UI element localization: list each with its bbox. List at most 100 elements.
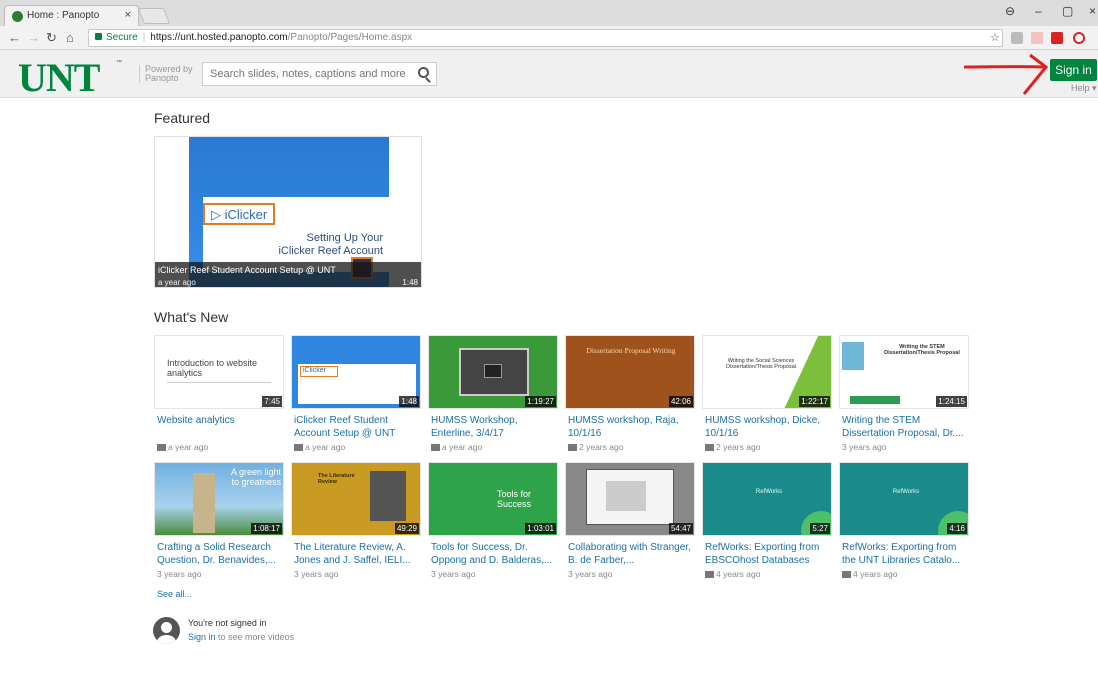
video-age: 4 years ago xyxy=(716,569,761,579)
window-close-icon[interactable]: × xyxy=(1089,4,1096,18)
thumb-text: RefWorks xyxy=(755,489,783,495)
video-age: 2 years ago xyxy=(579,442,624,452)
duration-badge: 1:19:27 xyxy=(525,396,556,407)
video-thumbnail[interactable]: RefWorks 5:27 xyxy=(702,462,832,536)
url-bar[interactable]: Secure | https://unt.hosted.panopto.com/Pa… xyxy=(88,29,1003,47)
video-age: 3 years ago xyxy=(431,569,476,579)
video-age: 3 years ago xyxy=(294,569,339,579)
whats-new-heading: What's New xyxy=(154,309,229,325)
video-title[interactable]: HUMSS workshop, Dicke, 10/1/16 xyxy=(705,414,831,440)
video-title[interactable]: Tools for Success, Dr. Oppong and D. Bal… xyxy=(431,541,557,567)
video-thumbnail[interactable]: Introduction to website analytics 7:45 xyxy=(154,335,284,409)
thumb-text: The Literature Review xyxy=(318,473,355,485)
photo xyxy=(842,342,864,370)
sign-in-button[interactable]: Sign in xyxy=(1050,59,1097,81)
browser-tab[interactable]: Home : Panopto × xyxy=(4,5,139,26)
video-thumbnail[interactable]: Tools for Success 1:03:01 xyxy=(428,462,558,536)
back-icon[interactable]: ← xyxy=(8,30,21,45)
unt-logo[interactable]: UNT xyxy=(18,54,100,101)
video-age: 3 years ago xyxy=(842,442,887,452)
video-meta: a year ago xyxy=(157,442,208,452)
video-thumbnail[interactable]: 54:47 xyxy=(565,462,695,536)
minimize-icon[interactable]: – xyxy=(1035,4,1042,18)
video-meta: a year ago xyxy=(294,442,345,452)
video-title[interactable]: RefWorks: Exporting from EBSCOhost Datab… xyxy=(705,541,831,567)
search-input[interactable] xyxy=(202,62,437,86)
tab-title: Home : Panopto xyxy=(27,10,100,21)
video-thumbnail[interactable]: The Literature Review 49:29 xyxy=(291,462,421,536)
not-signed-in-text: You're not signed in xyxy=(188,618,267,628)
video-thumbnail[interactable]: RefWorks 4:16 xyxy=(839,462,969,536)
video-title[interactable]: Website analytics xyxy=(157,414,283,427)
duration-badge: 49:29 xyxy=(394,523,419,534)
video-meta: 4 years ago xyxy=(842,569,897,579)
video-title[interactable]: HUMSS workshop, Raja, 10/1/16 xyxy=(568,414,694,440)
video-age: 4 years ago xyxy=(853,569,898,579)
forward-icon[interactable]: → xyxy=(27,30,40,45)
duration-badge: 1:24:15 xyxy=(936,396,967,407)
thumb-text: Writing the Social Sciences Dissertation… xyxy=(725,358,796,370)
captions-icon xyxy=(705,444,714,452)
video-thumbnail[interactable]: iClicker 1:48 xyxy=(291,335,421,409)
video-title[interactable]: The Literature Review, A. Jones and J. S… xyxy=(294,541,420,567)
red-arrow-annotation-icon xyxy=(963,53,1049,95)
play-icon xyxy=(484,364,502,378)
duration-badge: 42:06 xyxy=(668,396,693,407)
video-meta: 3 years ago xyxy=(294,569,338,579)
reload-icon[interactable]: ↻ xyxy=(46,30,57,46)
close-tab-icon[interactable]: × xyxy=(125,9,131,21)
thumb-text: Writing the STEM Dissertation/Thesis Pro… xyxy=(884,344,960,356)
clock-tower xyxy=(193,473,215,533)
featured-video[interactable]: ▷ iClicker Setting Up Your iClicker Reef… xyxy=(154,136,422,288)
video-thumbnail[interactable]: Writing the STEM Dissertation/Thesis Pro… xyxy=(839,335,969,409)
video-title[interactable]: Crafting a Solid Research Question, Dr. … xyxy=(157,541,283,567)
captions-icon xyxy=(294,444,303,452)
thumb-text: iClicker xyxy=(300,366,338,377)
home-icon[interactable]: ⌂ xyxy=(66,30,74,45)
search-icon[interactable] xyxy=(418,67,429,78)
duration-badge: 7:45 xyxy=(262,396,282,407)
secure-label: Secure xyxy=(106,32,138,43)
video-meta: 2 years ago xyxy=(705,442,760,452)
video-thumbnail[interactable]: A green light to greatness 1:08:17 xyxy=(154,462,284,536)
video-title[interactable]: HUMSS Workshop, Enterline, 3/4/17 xyxy=(431,414,557,440)
help-menu[interactable]: Help ▾ xyxy=(1071,83,1097,94)
duration-badge: 4:16 xyxy=(947,523,967,534)
video-title[interactable]: Collaborating with Stranger, B. de Farbe… xyxy=(568,541,694,567)
avatar-icon xyxy=(153,617,180,644)
profile-icon[interactable]: ⊖ xyxy=(1005,4,1015,18)
duration-badge: 1:48 xyxy=(399,396,419,407)
url-host: https://unt.hosted.panopto.com xyxy=(150,32,288,43)
opera-extension-icon[interactable] xyxy=(1073,32,1085,44)
featured-heading: Featured xyxy=(154,110,211,126)
duration-badge: 5:27 xyxy=(810,523,830,534)
extension-icon[interactable] xyxy=(1031,32,1043,44)
video-thumbnail[interactable]: Dissertation Proposal Writing 42:06 xyxy=(565,335,695,409)
video-title[interactable]: iClicker Reef Student Account Setup @ UN… xyxy=(294,414,420,440)
captions-icon xyxy=(842,571,851,579)
video-title[interactable]: Writing the STEM Dissertation Proposal, … xyxy=(842,414,968,440)
divider xyxy=(167,382,271,383)
slide-line2: iClicker Reef Account xyxy=(278,245,383,257)
video-age: a year ago xyxy=(168,442,209,452)
extension-icon[interactable] xyxy=(1011,32,1023,44)
extension-icon[interactable] xyxy=(1051,32,1063,44)
video-age: a year ago xyxy=(442,442,483,452)
captions-icon xyxy=(431,444,440,452)
see-all-link[interactable]: See all... xyxy=(157,589,192,599)
video-title[interactable]: RefWorks: Exporting from the UNT Librari… xyxy=(842,541,968,567)
new-tab-button[interactable] xyxy=(138,8,170,24)
sign-in-link[interactable]: Sign in xyxy=(188,632,216,642)
thumb-text: A green light to greatness xyxy=(230,467,281,487)
video-meta: 3 years ago xyxy=(157,569,201,579)
video-thumbnail[interactable]: 1:19:27 xyxy=(428,335,558,409)
featured-title[interactable]: iClicker Reef Student Account Setup @ UN… xyxy=(158,265,336,275)
sign-in-prompt-rest: to see more videos xyxy=(215,632,295,642)
restore-icon[interactable]: ▢ xyxy=(1062,4,1073,18)
iclicker-logo: ▷ iClicker xyxy=(203,203,275,225)
bookmark-star-icon[interactable]: ☆ xyxy=(990,31,1000,44)
captions-icon xyxy=(568,444,577,452)
video-thumbnail[interactable]: Writing the Social Sciences Dissertation… xyxy=(702,335,832,409)
thumb-text: Tools for Success xyxy=(496,489,531,509)
sign-in-prompt: Sign in to see more videos xyxy=(188,632,294,642)
